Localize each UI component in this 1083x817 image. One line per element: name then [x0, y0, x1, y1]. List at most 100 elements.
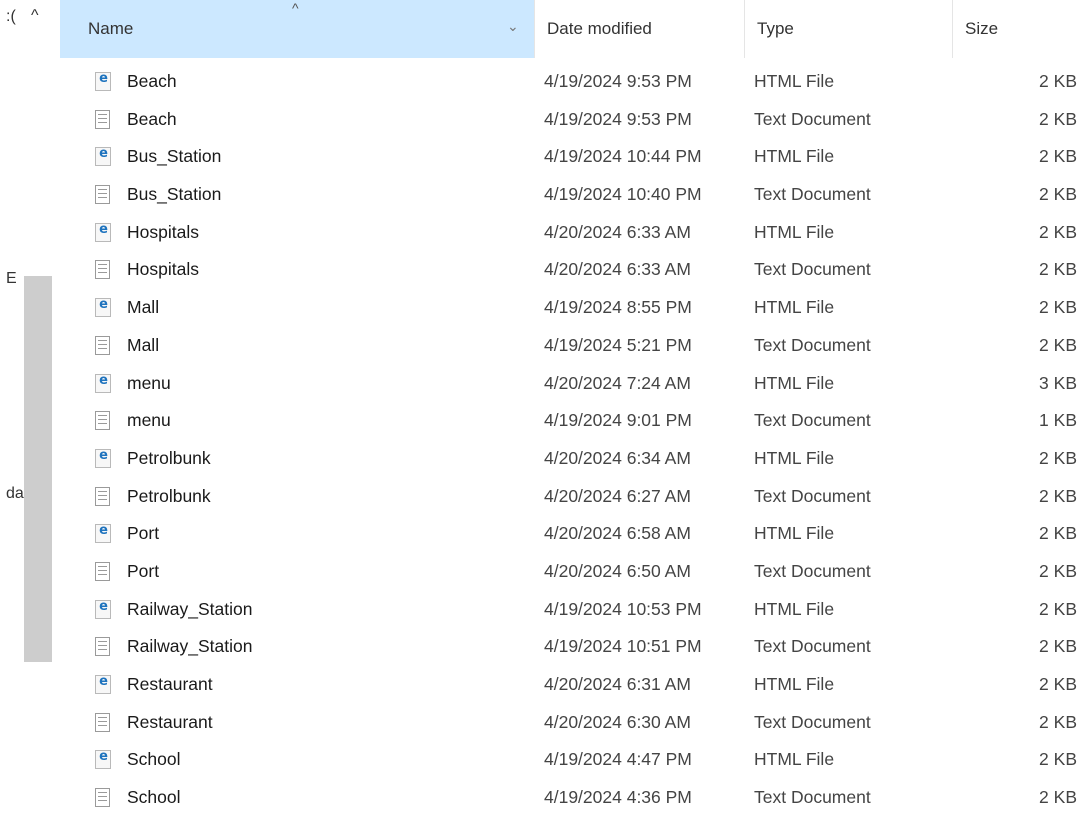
file-size: 2 KB	[1039, 71, 1077, 91]
html-file-icon	[95, 222, 113, 243]
text-file-icon	[95, 109, 113, 130]
file-date-modified: 4/19/2024 9:53 PM	[544, 71, 692, 91]
file-row[interactable]: Restaurant 4/20/2024 6:30 AM Text Docume…	[60, 704, 1083, 742]
file-row[interactable]: School 4/19/2024 4:47 PM HTML File 2 KB	[60, 741, 1083, 779]
column-header-size[interactable]: Size	[952, 0, 1083, 58]
file-row[interactable]: Port 4/20/2024 6:50 AM Text Document 2 K…	[60, 553, 1083, 591]
column-type-label: Type	[757, 19, 794, 38]
text-file-icon	[95, 788, 113, 808]
file-row[interactable]: menu 4/20/2024 7:24 AM HTML File 3 KB	[60, 365, 1083, 403]
file-row[interactable]: Hospitals 4/20/2024 6:33 AM HTML File 2 …	[60, 214, 1083, 252]
file-size: 2 KB	[1039, 297, 1077, 318]
file-name: Petrolbunk	[127, 447, 211, 468]
file-name: Mall	[127, 334, 160, 355]
column-header-date-modified[interactable]: Date modified	[534, 0, 744, 58]
file-size: 2 KB	[1039, 485, 1077, 506]
file-date-modified: 4/19/2024 4:36 PM	[544, 787, 692, 808]
column-header-bar: Name ^ ⌄ Date modified Type Size	[60, 0, 1083, 58]
file-type: Text Document	[754, 184, 871, 205]
file-type: Text Document	[754, 259, 871, 280]
file-name: Beach	[127, 71, 177, 91]
text-file-icon	[95, 486, 113, 507]
sort-ascending-icon: ^	[292, 0, 299, 16]
html-file-icon	[95, 298, 113, 318]
file-list: Beach 4/19/2024 9:53 PM HTML File 2 KB B…	[60, 63, 1083, 817]
nav-item-fragment[interactable]: E	[6, 270, 17, 288]
html-file-icon	[95, 373, 113, 394]
file-name: Railway_Station	[127, 598, 253, 619]
file-type: HTML File	[754, 146, 835, 167]
file-row[interactable]: Railway_Station 4/19/2024 10:51 PM Text …	[60, 628, 1083, 666]
file-row[interactable]: Railway_Station 4/19/2024 10:53 PM HTML …	[60, 591, 1083, 629]
file-row[interactable]: Petrolbunk 4/20/2024 6:34 AM HTML File 2…	[60, 440, 1083, 478]
file-name: Port	[127, 523, 160, 544]
text-file-icon	[95, 185, 113, 205]
file-type: Text Document	[754, 108, 871, 129]
chevron-down-icon[interactable]: ⌄	[507, 18, 519, 35]
file-name: Petrolbunk	[127, 485, 211, 506]
file-row[interactable]: Mall 4/19/2024 5:21 PM Text Document 2 K…	[60, 327, 1083, 365]
file-name: Restaurant	[127, 711, 213, 732]
file-date-modified: 4/19/2024 10:53 PM	[544, 598, 702, 619]
file-name: Mall	[127, 297, 160, 318]
file-date-modified: 4/20/2024 6:33 AM	[544, 221, 691, 242]
file-name: menu	[127, 372, 171, 393]
file-size: 3 KB	[1039, 372, 1077, 393]
file-date-modified: 4/20/2024 6:50 AM	[544, 560, 691, 581]
column-header-type[interactable]: Type	[744, 0, 952, 58]
file-size: 2 KB	[1039, 598, 1077, 619]
file-type: Text Document	[754, 787, 871, 808]
html-file-icon	[95, 524, 113, 544]
file-row[interactable]: Beach 4/19/2024 9:53 PM Text Document 2 …	[60, 101, 1083, 139]
file-size: 2 KB	[1039, 560, 1077, 581]
nav-scroll-up-icon[interactable]: ^	[31, 8, 39, 24]
file-date-modified: 4/20/2024 6:58 AM	[544, 523, 691, 544]
file-row[interactable]: Beach 4/19/2024 9:53 PM HTML File 2 KB	[60, 63, 1083, 101]
html-file-icon	[95, 599, 113, 620]
file-date-modified: 4/20/2024 6:31 AM	[544, 674, 691, 694]
text-file-icon	[95, 637, 113, 657]
nav-scrollbar-thumb[interactable]	[24, 276, 52, 662]
file-date-modified: 4/19/2024 10:40 PM	[544, 184, 702, 205]
file-size: 1 KB	[1039, 410, 1077, 431]
file-date-modified: 4/19/2024 5:21 PM	[544, 334, 692, 355]
file-row[interactable]: Bus_Station 4/19/2024 10:40 PM Text Docu…	[60, 176, 1083, 214]
file-row[interactable]: Petrolbunk 4/20/2024 6:27 AM Text Docume…	[60, 478, 1083, 516]
file-date-modified: 4/20/2024 6:33 AM	[544, 259, 691, 280]
file-type: Text Document	[754, 334, 871, 355]
column-header-name[interactable]: Name ^ ⌄	[60, 0, 534, 58]
file-date-modified: 4/20/2024 7:24 AM	[544, 372, 691, 393]
file-size: 2 KB	[1039, 447, 1077, 468]
file-size: 2 KB	[1039, 221, 1077, 242]
column-name-label: Name	[88, 19, 134, 38]
file-row[interactable]: Restaurant 4/20/2024 6:31 AM HTML File 2…	[60, 666, 1083, 704]
file-size: 2 KB	[1039, 108, 1077, 129]
file-name: Bus_Station	[127, 184, 222, 205]
file-type: Text Document	[754, 485, 871, 506]
file-size: 2 KB	[1039, 523, 1077, 544]
file-name: School	[127, 787, 181, 808]
nav-item-fragment[interactable]: :(	[6, 8, 16, 26]
file-row[interactable]: Bus_Station 4/19/2024 10:44 PM HTML File…	[60, 138, 1083, 176]
html-file-icon	[95, 675, 113, 695]
file-row[interactable]: School 4/19/2024 4:36 PM Text Document 2…	[60, 779, 1083, 817]
file-row[interactable]: Port 4/20/2024 6:58 AM HTML File 2 KB	[60, 515, 1083, 553]
file-row[interactable]: Hospitals 4/20/2024 6:33 AM Text Documen…	[60, 251, 1083, 289]
file-type: HTML File	[754, 221, 835, 242]
file-date-modified: 4/19/2024 10:44 PM	[544, 146, 702, 167]
file-name: Railway_Station	[127, 636, 253, 657]
html-file-icon	[95, 750, 113, 770]
nav-item-fragment[interactable]: da	[6, 485, 24, 503]
column-date-label: Date modified	[547, 19, 652, 38]
text-file-icon	[95, 260, 113, 280]
file-name: Beach	[127, 108, 177, 129]
file-size: 2 KB	[1039, 787, 1077, 808]
file-size: 2 KB	[1039, 259, 1077, 280]
file-type: Text Document	[754, 636, 871, 657]
column-size-label: Size	[965, 19, 999, 38]
file-row[interactable]: Mall 4/19/2024 8:55 PM HTML File 2 KB	[60, 289, 1083, 327]
file-size: 2 KB	[1039, 711, 1077, 732]
file-row[interactable]: menu 4/19/2024 9:01 PM Text Document 1 K…	[60, 402, 1083, 440]
file-size: 2 KB	[1039, 184, 1077, 205]
file-name: menu	[127, 410, 171, 431]
